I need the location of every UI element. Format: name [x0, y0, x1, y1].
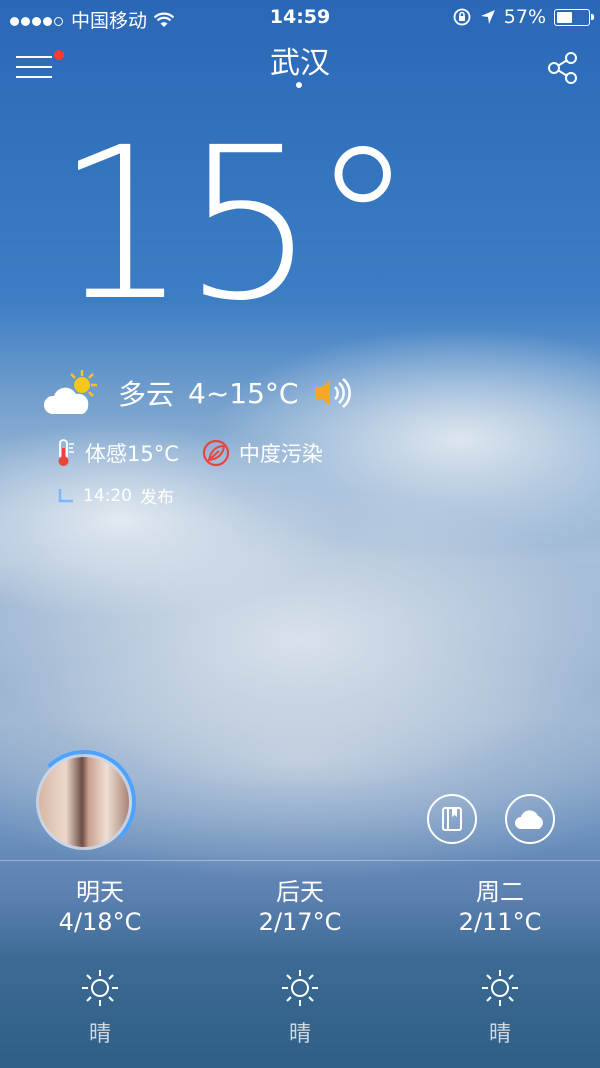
weather-screen: 中国移动 14:59 57% 武汉 15° 多云 4~15°C 体感15°C 中… — [0, 0, 600, 1068]
weather-detail-button[interactable] — [505, 794, 555, 844]
share-icon — [548, 52, 577, 84]
battery-icon — [554, 8, 594, 26]
forecast-day[interactable]: 明天 4/18°C 晴 — [0, 872, 200, 1048]
status-right: 57% — [452, 6, 594, 28]
forecast-list: 明天 4/18°C 晴 后天 2/17°C 晴 周二 2/11°C 晴 — [0, 872, 600, 1048]
book-icon — [442, 807, 462, 831]
publish-row: 14:20 发布 — [57, 483, 174, 508]
page-indicator — [296, 82, 302, 88]
forecast-day-name: 周二 — [476, 878, 524, 906]
rotation-lock-icon — [453, 8, 471, 26]
forecast-day-range: 2/11°C — [458, 908, 542, 936]
status-bar: 中国移动 14:59 57% — [0, 0, 600, 36]
partly-cloudy-icon — [43, 370, 97, 414]
avatar[interactable] — [36, 754, 132, 850]
sun-icon — [200, 960, 400, 1016]
sun-icon — [0, 960, 200, 1016]
forecast-day-range: 4/18°C — [58, 908, 142, 936]
location-icon — [480, 10, 495, 24]
condition-row: 多云 4~15°C — [42, 368, 352, 418]
air-quality-text: 中度污染 — [238, 442, 323, 466]
share-button[interactable] — [545, 50, 581, 86]
sun-icon — [400, 960, 600, 1016]
forecast-day-condition: 晴 — [88, 1022, 111, 1047]
forecast-day-name: 明天 — [76, 878, 124, 906]
forecast-day[interactable]: 周二 2/11°C 晴 — [400, 872, 600, 1048]
publish-time-icon — [58, 488, 73, 502]
battery-percent: 57% — [503, 6, 546, 28]
publish-label: 发布 — [140, 488, 174, 508]
feels-like-text: 体感15°C — [85, 442, 179, 466]
cloud-icon — [515, 810, 543, 829]
speaker-icon[interactable] — [312, 376, 352, 410]
publish-time: 14:20 — [83, 485, 132, 506]
details-row: 体感15°C 中度污染 — [55, 438, 323, 468]
current-temperature: 15° — [55, 102, 415, 347]
temperature-range: 4~15°C — [188, 376, 299, 410]
condition-text: 多云 — [118, 378, 175, 411]
thermometer-icon — [58, 439, 74, 466]
forecast-day-condition: 晴 — [488, 1022, 511, 1047]
air-quality-icon — [202, 439, 229, 467]
guide-button[interactable] — [427, 794, 477, 844]
forecast-divider — [0, 860, 600, 861]
city-title[interactable]: 武汉 — [0, 38, 600, 82]
forecast-day[interactable]: 后天 2/17°C 晴 — [200, 872, 400, 1048]
forecast-day-name: 后天 — [276, 878, 324, 906]
forecast-day-range: 2/17°C — [258, 908, 342, 936]
forecast-day-condition: 晴 — [288, 1022, 311, 1047]
